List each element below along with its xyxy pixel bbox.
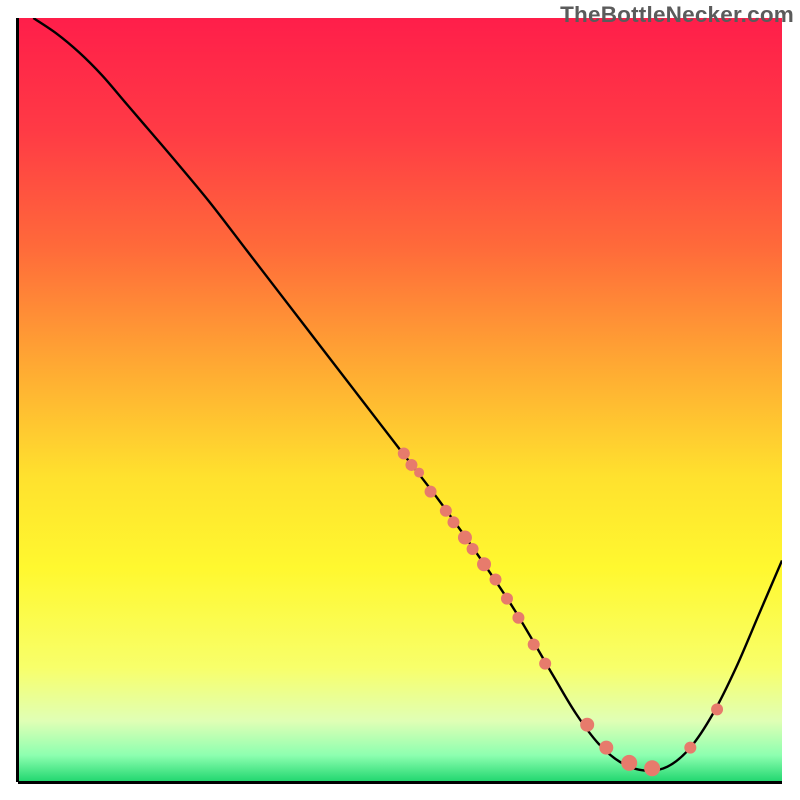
bottleneck-curve	[33, 18, 782, 771]
data-marker	[398, 447, 410, 459]
data-marker	[621, 755, 637, 771]
data-marker	[580, 718, 594, 732]
data-marker	[447, 516, 459, 528]
data-marker	[684, 742, 696, 754]
data-marker	[512, 612, 524, 624]
data-marker	[599, 741, 613, 755]
data-marker	[477, 557, 491, 571]
curve-layer	[18, 18, 782, 782]
data-markers	[398, 447, 723, 776]
y-axis	[16, 18, 19, 782]
data-marker	[467, 543, 479, 555]
data-marker	[539, 658, 551, 670]
data-marker	[425, 486, 437, 498]
watermark-text: TheBottleNecker.com	[560, 2, 794, 28]
data-marker	[501, 593, 513, 605]
data-marker	[528, 638, 540, 650]
data-marker	[644, 760, 660, 776]
x-axis	[18, 781, 782, 784]
chart-container: TheBottleNecker.com	[0, 0, 800, 800]
plot-area	[18, 18, 782, 782]
data-marker	[414, 468, 424, 478]
data-marker	[440, 505, 452, 517]
data-marker	[711, 703, 723, 715]
data-marker	[490, 574, 502, 586]
data-marker	[458, 531, 472, 545]
